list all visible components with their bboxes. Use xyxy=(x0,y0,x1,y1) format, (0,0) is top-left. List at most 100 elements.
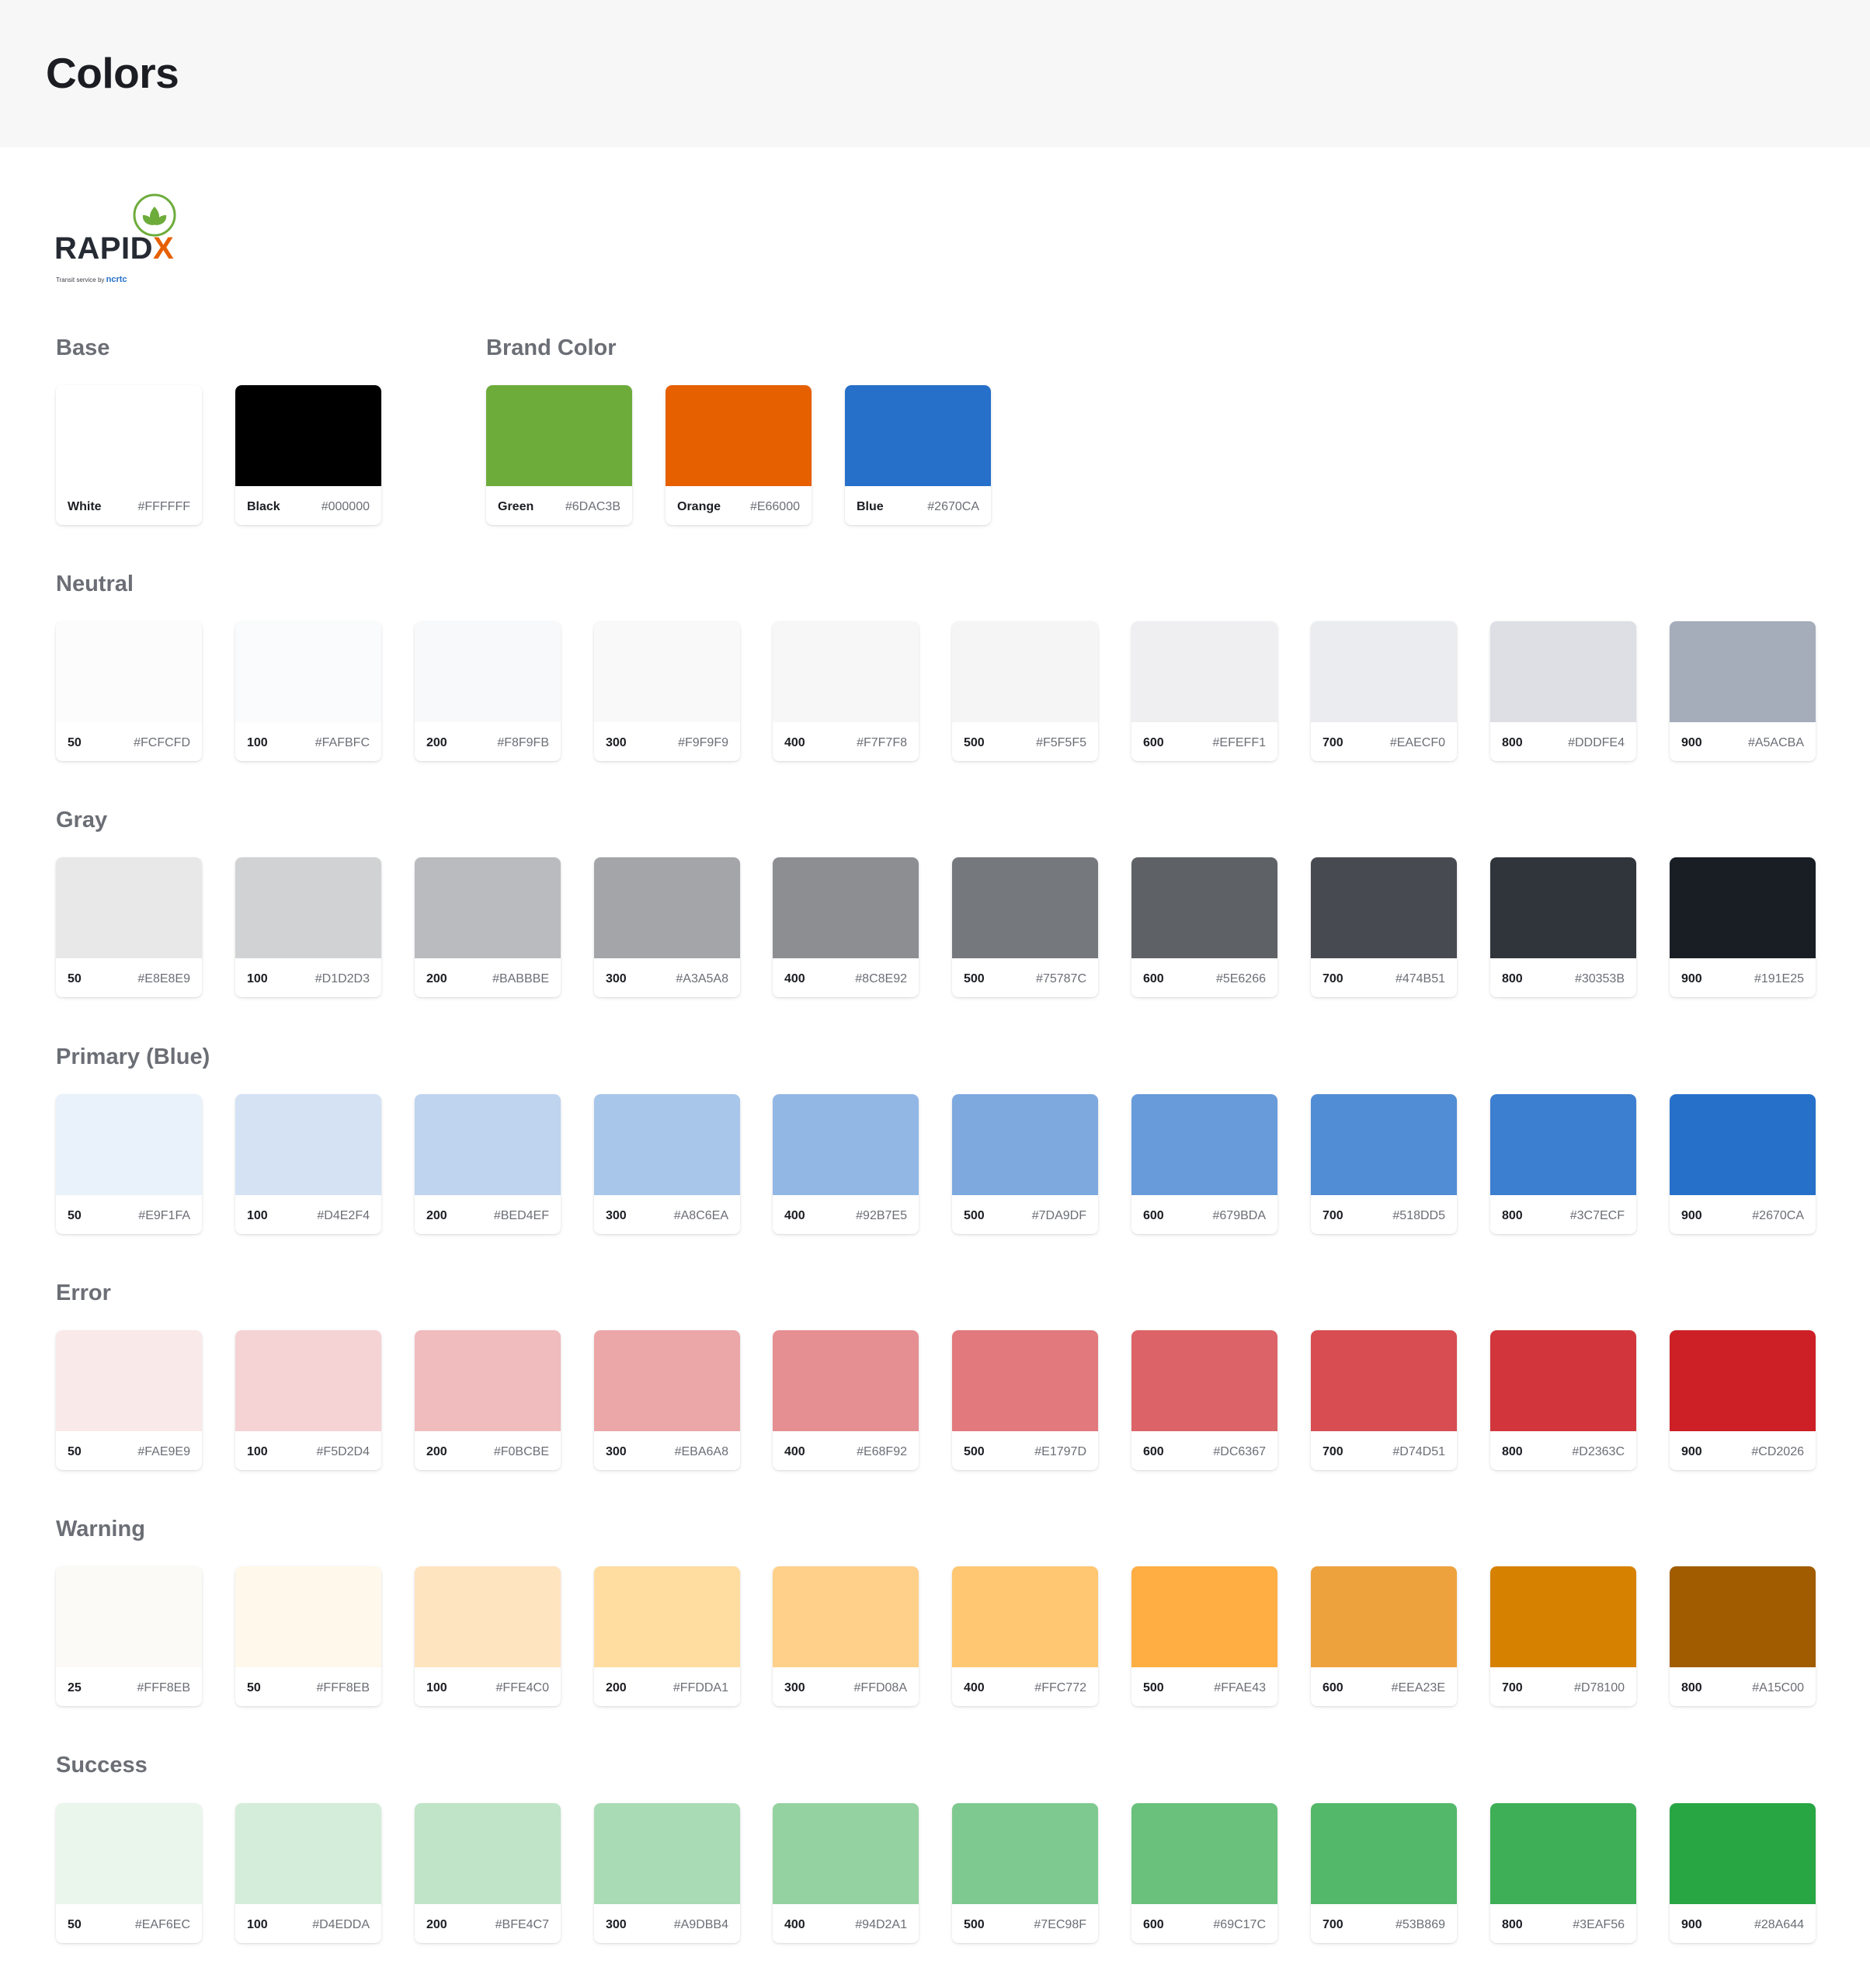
swatch-name: 600 xyxy=(1143,1918,1164,1931)
color-swatch-gray-500[interactable]: 500 #75787C xyxy=(952,857,1098,997)
color-swatch-success-800[interactable]: 800 #3EAF56 xyxy=(1490,1803,1636,1943)
color-swatch-error-900[interactable]: 900 #CD2026 xyxy=(1670,1330,1816,1470)
swatch-name: 400 xyxy=(784,1918,805,1931)
color-swatch-success-50[interactable]: 50 #EAF6EC xyxy=(56,1803,202,1943)
swatch-hex: #F8F9FB xyxy=(497,736,549,749)
swatch-hex: #EEA23E xyxy=(1391,1681,1445,1694)
color-swatch-neutral-300[interactable]: 300 #F9F9F9 xyxy=(594,621,740,761)
color-swatch-gray-50[interactable]: 50 #E8E8E9 xyxy=(56,857,202,997)
color-swatch-neutral-100[interactable]: 100 #FAFBFC xyxy=(235,621,381,761)
color-swatch-primary-blue-500[interactable]: 500 #7DA9DF xyxy=(952,1094,1098,1234)
color-swatch-success-300[interactable]: 300 #A9DBB4 xyxy=(594,1803,740,1943)
color-swatch-primary-blue-900[interactable]: 900 #2670CA xyxy=(1670,1094,1816,1234)
color-chip xyxy=(1490,621,1636,722)
color-chip xyxy=(1490,1803,1636,1904)
color-swatch-gray-300[interactable]: 300 #A3A5A8 xyxy=(594,857,740,997)
swatch-name: 800 xyxy=(1502,1918,1523,1931)
color-swatch-warning-700[interactable]: 700 #D78100 xyxy=(1490,1566,1636,1706)
color-swatch-gray-900[interactable]: 900 #191E25 xyxy=(1670,857,1816,997)
swatch-hex: #D74D51 xyxy=(1392,1445,1445,1458)
color-chip xyxy=(56,1803,202,1904)
color-swatch-warning-600[interactable]: 600 #EEA23E xyxy=(1311,1566,1457,1706)
color-swatch-gray-100[interactable]: 100 #D1D2D3 xyxy=(235,857,381,997)
color-swatch-base-white[interactable]: White #FFFFFF xyxy=(56,385,202,525)
color-chip xyxy=(1670,621,1816,722)
color-swatch-primary-blue-700[interactable]: 700 #518DD5 xyxy=(1311,1094,1457,1234)
color-swatch-success-200[interactable]: 200 #BFE4C7 xyxy=(415,1803,561,1943)
color-swatch-brand-color-orange[interactable]: Orange #E66000 xyxy=(666,385,812,525)
color-swatch-base-black[interactable]: Black #000000 xyxy=(235,385,381,525)
swatch-name: 300 xyxy=(606,1918,627,1931)
color-swatch-warning-100[interactable]: 100 #FFE4C0 xyxy=(415,1566,561,1706)
color-swatch-success-400[interactable]: 400 #94D2A1 xyxy=(773,1803,919,1943)
color-swatch-neutral-700[interactable]: 700 #EAECF0 xyxy=(1311,621,1457,761)
color-chip xyxy=(415,621,561,722)
swatch-hex: #FAE9E9 xyxy=(137,1445,190,1458)
color-swatch-gray-700[interactable]: 700 #474B51 xyxy=(1311,857,1457,997)
color-swatch-warning-400[interactable]: 400 #FFC772 xyxy=(952,1566,1098,1706)
color-swatch-success-600[interactable]: 600 #69C17C xyxy=(1131,1803,1277,1943)
color-swatch-primary-blue-300[interactable]: 300 #A8C6EA xyxy=(594,1094,740,1234)
color-swatch-success-100[interactable]: 100 #D4EDDA xyxy=(235,1803,381,1943)
color-swatch-gray-600[interactable]: 600 #5E6266 xyxy=(1131,857,1277,997)
color-swatch-neutral-900[interactable]: 900 #A5ACBA xyxy=(1670,621,1816,761)
color-swatch-error-500[interactable]: 500 #E1797D xyxy=(952,1330,1098,1470)
color-swatch-primary-blue-800[interactable]: 800 #3C7ECF xyxy=(1490,1094,1636,1234)
color-swatch-neutral-500[interactable]: 500 #F5F5F5 xyxy=(952,621,1098,761)
color-chip xyxy=(773,1566,919,1667)
color-swatch-gray-400[interactable]: 400 #8C8E92 xyxy=(773,857,919,997)
color-swatch-neutral-200[interactable]: 200 #F8F9FB xyxy=(415,621,561,761)
color-swatch-success-900[interactable]: 900 #28A644 xyxy=(1670,1803,1816,1943)
color-swatch-primary-blue-400[interactable]: 400 #92B7E5 xyxy=(773,1094,919,1234)
swatch-hex: #A15C00 xyxy=(1752,1681,1804,1694)
color-swatch-error-200[interactable]: 200 #F0BCBE xyxy=(415,1330,561,1470)
color-swatch-neutral-50[interactable]: 50 #FCFCFD xyxy=(56,621,202,761)
color-swatch-error-700[interactable]: 700 #D74D51 xyxy=(1311,1330,1457,1470)
swatch-hex: #518DD5 xyxy=(1392,1209,1445,1222)
color-swatch-error-400[interactable]: 400 #E68F92 xyxy=(773,1330,919,1470)
color-swatch-warning-300[interactable]: 300 #FFD08A xyxy=(773,1566,919,1706)
swatch-name: 500 xyxy=(964,1445,985,1458)
swatch-hex: #FFAE43 xyxy=(1214,1681,1266,1694)
color-swatch-warning-500[interactable]: 500 #FFAE43 xyxy=(1131,1566,1277,1706)
color-swatch-neutral-600[interactable]: 600 #EFEFF1 xyxy=(1131,621,1277,761)
color-swatch-error-100[interactable]: 100 #F5D2D4 xyxy=(235,1330,381,1470)
color-swatch-gray-200[interactable]: 200 #BABBBE xyxy=(415,857,561,997)
color-swatch-primary-blue-100[interactable]: 100 #D4E2F4 xyxy=(235,1094,381,1234)
logo-tagline: Transit service by ncrtc xyxy=(56,275,127,284)
swatch-hex: #69C17C xyxy=(1213,1918,1266,1931)
color-swatch-warning-25[interactable]: 25 #FFF8EB xyxy=(56,1566,202,1706)
color-swatch-error-600[interactable]: 600 #DC6367 xyxy=(1131,1330,1277,1470)
color-chip xyxy=(594,621,740,722)
color-swatch-neutral-400[interactable]: 400 #F7F7F8 xyxy=(773,621,919,761)
color-swatch-gray-800[interactable]: 800 #30353B xyxy=(1490,857,1636,997)
color-swatch-primary-blue-600[interactable]: 600 #679BDA xyxy=(1131,1094,1277,1234)
color-swatch-warning-200[interactable]: 200 #FFDDA1 xyxy=(594,1566,740,1706)
color-chip xyxy=(1131,1803,1277,1904)
color-swatch-primary-blue-50[interactable]: 50 #E9F1FA xyxy=(56,1094,202,1234)
color-chip xyxy=(594,1803,740,1904)
color-swatch-neutral-800[interactable]: 800 #DDDFE4 xyxy=(1490,621,1636,761)
swatch-hex: #30353B xyxy=(1574,972,1625,985)
swatch-name: 100 xyxy=(426,1681,447,1694)
color-chip xyxy=(773,1094,919,1195)
color-chip xyxy=(56,1566,202,1667)
color-swatch-warning-800[interactable]: 800 #A15C00 xyxy=(1670,1566,1816,1706)
color-swatch-error-50[interactable]: 50 #FAE9E9 xyxy=(56,1330,202,1470)
color-swatch-primary-blue-200[interactable]: 200 #BED4EF xyxy=(415,1094,561,1234)
swatch-hex: #FFE4C0 xyxy=(495,1681,549,1694)
swatch-hex: #E8E8E9 xyxy=(137,972,190,985)
swatch-name: 600 xyxy=(1143,972,1164,985)
color-chip xyxy=(1311,621,1457,722)
color-chip xyxy=(773,1803,919,1904)
color-swatch-brand-color-green[interactable]: Green #6DAC3B xyxy=(486,385,632,525)
rapidx-logo: RAPIDX Transit service by ncrtc xyxy=(54,193,186,290)
color-swatch-error-300[interactable]: 300 #EBA6A8 xyxy=(594,1330,740,1470)
color-chip xyxy=(415,1566,561,1667)
color-chip xyxy=(773,621,919,722)
color-swatch-success-700[interactable]: 700 #53B869 xyxy=(1311,1803,1457,1943)
color-swatch-success-500[interactable]: 500 #7EC98F xyxy=(952,1803,1098,1943)
color-swatch-error-800[interactable]: 800 #D2363C xyxy=(1490,1330,1636,1470)
color-swatch-warning-50[interactable]: 50 #FFF8EB xyxy=(235,1566,381,1706)
color-swatch-brand-color-blue[interactable]: Blue #2670CA xyxy=(845,385,991,525)
